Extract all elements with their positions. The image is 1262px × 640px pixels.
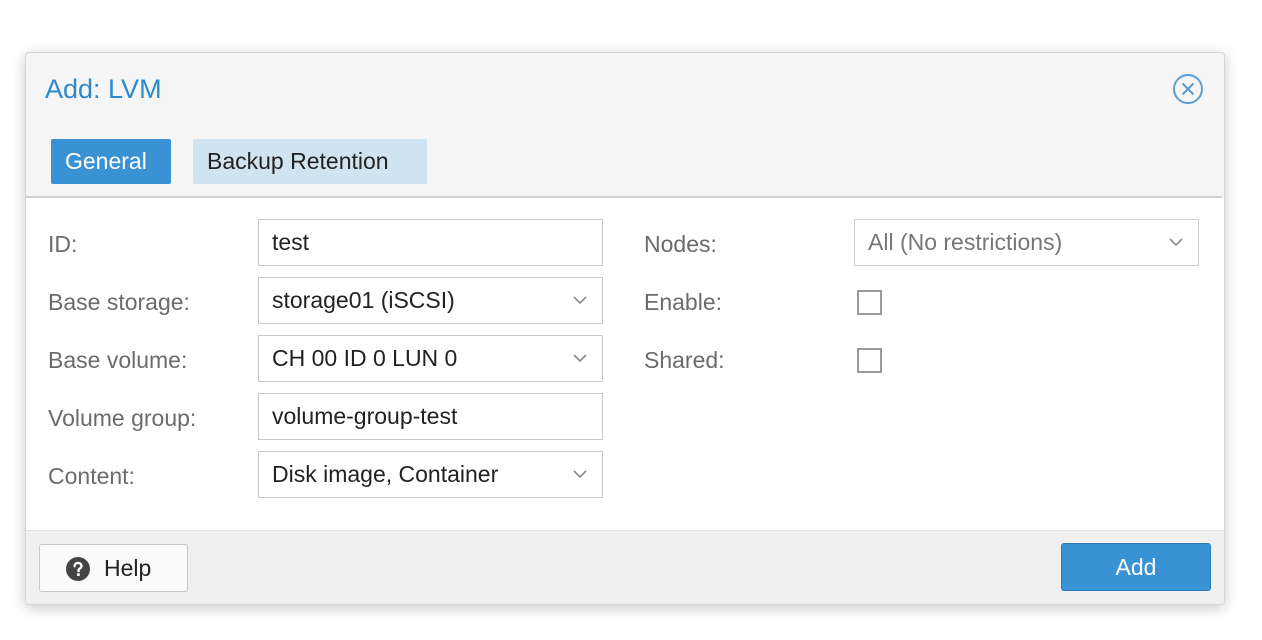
content-label: Content:	[48, 463, 135, 489]
help-button[interactable]: Help	[39, 544, 188, 592]
tab-backup-retention[interactable]: Backup Retention	[193, 139, 427, 184]
base-storage-select[interactable]: storage01 (iSCSI)	[258, 277, 603, 324]
chevron-down-icon	[1169, 238, 1183, 247]
add-button[interactable]: Add	[1061, 543, 1211, 591]
tab-general[interactable]: General	[51, 139, 171, 184]
nodes-select[interactable]: All (No restrictions)	[854, 219, 1199, 266]
volume-group-label: Volume group:	[48, 405, 197, 431]
base-volume-value: CH 00 ID 0 LUN 0	[272, 345, 458, 371]
base-storage-label: Base storage:	[48, 289, 190, 315]
enable-label: Enable:	[644, 289, 723, 315]
content-value: Disk image, Container	[272, 461, 499, 487]
content-select[interactable]: Disk image, Container	[258, 451, 603, 498]
nodes-placeholder: All (No restrictions)	[868, 229, 1063, 255]
question-circle-icon	[66, 557, 90, 581]
form-panel: ID: test Base storage: storage01 (iSCSI)…	[26, 198, 1224, 530]
add-lvm-dialog: Add: LVM General Backup Retention ID: te…	[25, 52, 1225, 605]
chevron-down-icon	[573, 470, 587, 479]
shared-checkbox[interactable]	[857, 348, 882, 373]
dialog-title: Add: LVM	[45, 74, 162, 104]
volume-group-value: volume-group-test	[272, 403, 458, 429]
id-field[interactable]: test	[258, 219, 603, 266]
base-storage-value: storage01 (iSCSI)	[272, 287, 455, 313]
close-button[interactable]	[1172, 73, 1204, 105]
dialog-footer: Help Add	[26, 530, 1224, 604]
volume-group-field[interactable]: volume-group-test	[258, 393, 603, 440]
chevron-down-icon	[573, 354, 587, 363]
enable-checkbox[interactable]	[857, 290, 882, 315]
help-button-label: Help	[104, 555, 152, 581]
id-field-value: test	[272, 229, 310, 255]
base-volume-select[interactable]: CH 00 ID 0 LUN 0	[258, 335, 603, 382]
close-circle-icon	[1173, 74, 1203, 104]
nodes-label: Nodes:	[644, 231, 717, 257]
chevron-down-icon	[573, 296, 587, 305]
id-label: ID:	[48, 231, 78, 257]
base-volume-label: Base volume:	[48, 347, 188, 373]
shared-label: Shared:	[644, 347, 725, 373]
